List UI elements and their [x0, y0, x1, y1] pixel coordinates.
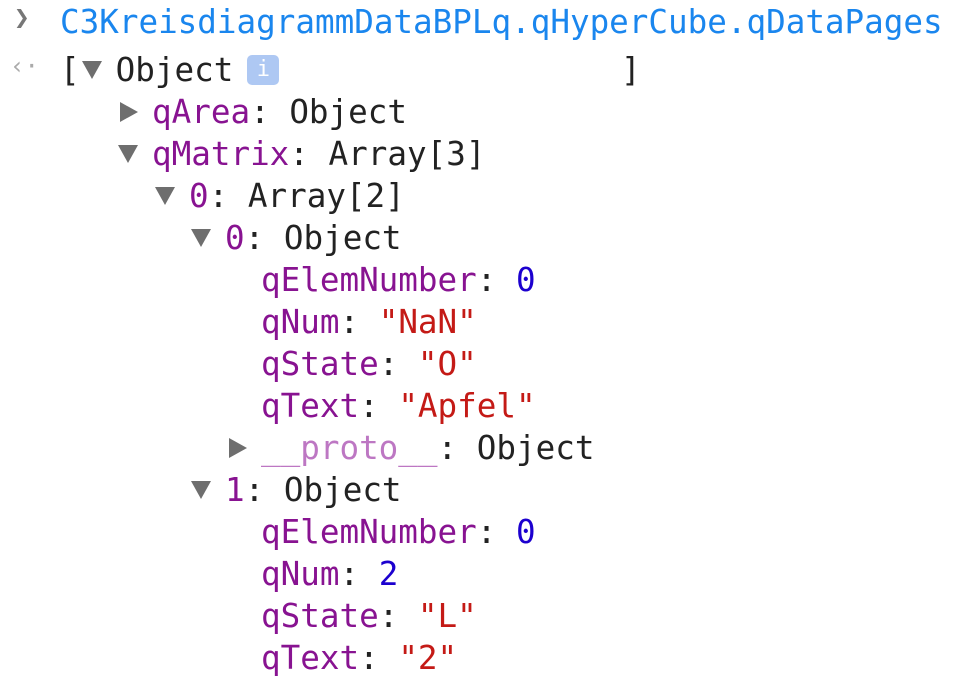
expand-triangle-icon[interactable]	[191, 229, 211, 247]
open-bracket: [	[60, 51, 80, 89]
tree-row-matrix-0[interactable]: 0: Array[2]	[155, 175, 405, 217]
tree-row-qmatrix[interactable]: qMatrix: Array[3]	[118, 133, 485, 175]
return-arrow-icon: ‹·	[10, 52, 39, 80]
tree-row-qarea[interactable]: qArea: Object	[120, 91, 407, 133]
expand-triangle-icon[interactable]	[118, 145, 138, 163]
expand-triangle-icon[interactable]	[155, 187, 175, 205]
tree-row-property: qElemNumber: 0	[261, 261, 536, 299]
info-icon[interactable]: i	[247, 55, 280, 85]
tree-row-property: qNum: 2	[261, 555, 399, 593]
tree-row-property: qElemNumber: 0	[261, 513, 536, 551]
collapsed-triangle-icon[interactable]	[120, 102, 138, 122]
tree-row-property: qNum: "NaN"	[261, 303, 477, 341]
collapsed-triangle-icon[interactable]	[229, 438, 247, 458]
tree-row-proto[interactable]: __proto__: Object	[229, 427, 594, 469]
chevron-right-icon: ❯	[14, 3, 30, 33]
expand-triangle-icon[interactable]	[191, 481, 211, 499]
expand-triangle-icon[interactable]	[81, 61, 102, 79]
tree-row-property: qState: "O"	[261, 345, 477, 383]
tree-row-cell-1[interactable]: 1: Object	[191, 469, 402, 511]
tree-row-property: qState: "L"	[261, 597, 477, 635]
tree-row-cell-0[interactable]: 0: Object	[191, 217, 402, 259]
tree-row-property: qText: "Apfel"	[261, 387, 536, 425]
close-bracket: ]	[621, 51, 641, 89]
console-input-expression[interactable]: C3KreisdiagrammDataBPLq.qHyperCube.qData…	[60, 1, 943, 43]
result-root[interactable]: [ Object i	[60, 49, 280, 91]
root-label: Object	[115, 51, 234, 89]
tree-row-property: qText: "2"	[261, 639, 458, 677]
